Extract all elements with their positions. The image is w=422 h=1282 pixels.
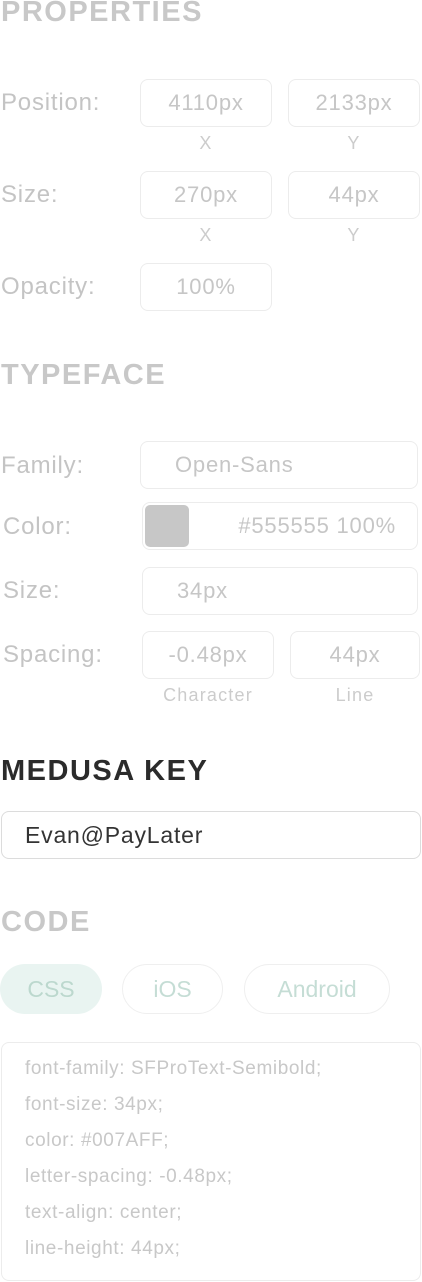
position-x-field[interactable]: 4110px <box>140 79 272 127</box>
code-line: font-family: SFProText-Semibold; <box>25 1058 322 1079</box>
code-block[interactable]: font-family: SFProText-Semibold; font-si… <box>1 1042 421 1281</box>
font-size-field[interactable]: 34px <box>142 567 418 615</box>
color-field[interactable]: #555555 100% <box>142 502 418 550</box>
position-x-caption: X <box>199 133 213 153</box>
position-y-field[interactable]: 2133px <box>288 79 420 127</box>
size-y-caption: Y <box>347 225 361 245</box>
size-x-field[interactable]: 270px <box>140 171 272 219</box>
properties-heading: PROPERTIES <box>1 0 203 28</box>
font-family-field[interactable]: Open-Sans <box>140 441 418 489</box>
code-line: letter-spacing: -0.48px; <box>25 1166 233 1187</box>
spacing-label: Spacing: <box>3 641 103 668</box>
medusa-key-input[interactable]: Evan@PayLater <box>1 811 421 859</box>
size-y-field[interactable]: 44px <box>288 171 420 219</box>
position-label: Position: <box>1 89 101 116</box>
code-line: text-align: center; <box>25 1202 183 1223</box>
medusa-key-heading: MEDUSA KEY <box>1 755 209 787</box>
line-height-field[interactable]: 44px <box>290 631 420 679</box>
font-size-label: Size: <box>3 577 61 604</box>
opacity-field[interactable]: 100% <box>140 263 272 311</box>
tab-android[interactable]: Android <box>244 964 390 1014</box>
code-heading: CODE <box>1 906 91 938</box>
line-caption: Line <box>335 685 375 705</box>
color-value: #555555 100% <box>238 513 396 538</box>
code-line: line-height: 44px; <box>25 1238 181 1259</box>
tab-ios[interactable]: iOS <box>122 964 223 1014</box>
color-swatch[interactable] <box>145 505 189 547</box>
size-label: Size: <box>1 181 59 208</box>
family-label: Family: <box>1 452 84 479</box>
typeface-heading: TYPEFACE <box>1 359 167 391</box>
character-spacing-field[interactable]: -0.48px <box>142 631 274 679</box>
character-caption: Character <box>163 685 253 705</box>
code-line: font-size: 34px; <box>25 1094 164 1115</box>
size-x-caption: X <box>199 225 213 245</box>
opacity-label: Opacity: <box>1 273 96 300</box>
position-y-caption: Y <box>347 133 361 153</box>
code-line: color: #007AFF; <box>25 1130 170 1151</box>
tab-css[interactable]: CSS <box>0 964 102 1014</box>
color-label: Color: <box>3 513 72 540</box>
